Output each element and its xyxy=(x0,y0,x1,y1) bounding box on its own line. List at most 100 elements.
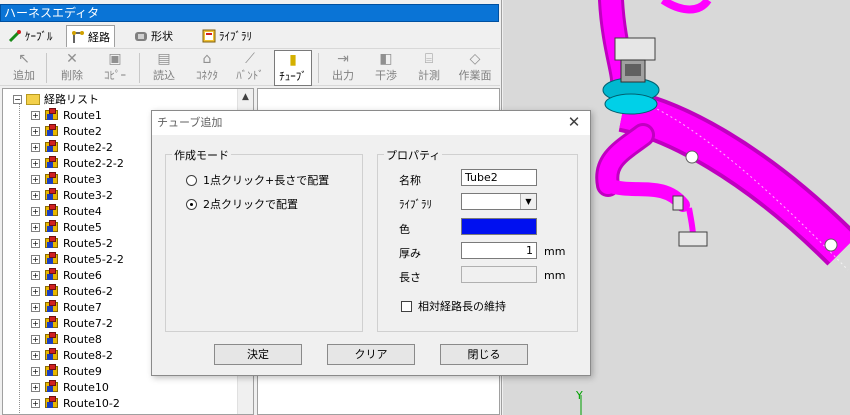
library-icon xyxy=(202,29,216,43)
route-label: Route6 xyxy=(63,268,102,282)
route-label: Route10 xyxy=(63,380,109,394)
expand-icon[interactable]: + xyxy=(31,174,40,184)
add-button[interactable]: ↖ 追加 xyxy=(5,50,43,86)
tab-route[interactable]: 経路 xyxy=(66,25,115,47)
expand-icon[interactable]: + xyxy=(31,222,40,232)
expand-icon[interactable]: + xyxy=(31,206,40,216)
library-dropdown[interactable]: ▼ xyxy=(461,193,537,210)
collapse-icon[interactable]: − xyxy=(13,94,22,104)
band-button[interactable]: ⟋ ﾊﾞﾝﾄﾞ xyxy=(231,50,269,86)
editor-title-bar: ハーネスエディタ xyxy=(0,4,499,22)
band-icon: ⟋ xyxy=(245,51,255,67)
route-label: Route8 xyxy=(63,332,102,346)
keep-relative-length-checkbox[interactable]: 相対経路長の維持 xyxy=(401,298,506,314)
tree-item-route[interactable]: + Route3 xyxy=(31,171,102,187)
tree-item-route[interactable]: + Route9 xyxy=(31,363,102,379)
measure-button[interactable]: ⌸ 計測 xyxy=(410,50,448,86)
tree-root-route-list[interactable]: − 経路リスト xyxy=(13,91,99,107)
copy-button[interactable]: ▣ ｺﾋﾟｰ xyxy=(96,50,134,86)
route-item-icon xyxy=(44,316,60,330)
route-item-icon xyxy=(44,108,60,122)
load-button[interactable]: ▤ 読込 xyxy=(145,50,183,86)
expand-icon[interactable]: + xyxy=(31,126,40,136)
thickness-field[interactable]: 1 xyxy=(461,242,537,259)
expand-icon[interactable]: + xyxy=(31,190,40,200)
clear-button[interactable]: クリア xyxy=(327,344,415,365)
expand-icon[interactable]: + xyxy=(31,334,40,344)
work-plane-icon: ◇ xyxy=(469,51,481,67)
name-label: 名称 xyxy=(399,174,421,187)
delete-icon: ✕ xyxy=(66,51,78,67)
expand-icon[interactable]: + xyxy=(31,110,40,120)
connector-button[interactable]: ⌂ ｺﾈｸﾀ xyxy=(188,50,226,86)
length-unit: mm xyxy=(544,269,566,282)
tree-item-route[interactable]: + Route10-2 xyxy=(31,395,120,411)
tab-library[interactable]: ﾗｲﾌﾞﾗﾘ xyxy=(198,25,256,47)
dialog-title: チューブ追加 xyxy=(152,111,590,135)
tree-item-route[interactable]: + Route6-2 xyxy=(31,283,113,299)
route-toolbar: ↖ 追加 ✕ 削除 ▣ ｺﾋﾟｰ ▤ 読込 ⌂ ｺﾈｸﾀ ⟋ ﾊﾞﾝﾄﾞ ▮ ﾁｭｰﾌﾞ ⇥ 出… xyxy=(0,48,500,86)
tree-item-route[interactable]: + Route5-2 xyxy=(31,235,113,251)
route-item-icon xyxy=(44,284,60,298)
tree-item-route[interactable]: + Route2-2 xyxy=(31,139,113,155)
expand-icon[interactable]: + xyxy=(31,142,40,152)
tree-item-route[interactable]: + Route7 xyxy=(31,299,102,315)
expand-icon[interactable]: + xyxy=(31,398,40,408)
route-icon xyxy=(71,30,85,44)
name-field[interactable]: Tube2 xyxy=(461,169,537,186)
scroll-up-icon[interactable]: ▲ xyxy=(238,89,253,105)
creation-mode-label: 作成モード xyxy=(172,147,231,163)
tree-item-route[interactable]: + Route7-2 xyxy=(31,315,113,331)
route-item-icon xyxy=(44,124,60,138)
ok-button[interactable]: 決定 xyxy=(214,344,302,365)
expand-icon[interactable]: + xyxy=(31,238,40,248)
tree-item-route[interactable]: + Route2-2-2 xyxy=(31,155,124,171)
tab-shape[interactable]: 形状 xyxy=(130,25,177,47)
tube-icon: ▮ xyxy=(289,52,297,68)
expand-icon[interactable]: + xyxy=(31,350,40,360)
expand-icon[interactable]: + xyxy=(31,382,40,392)
tree-item-route[interactable]: + Route8 xyxy=(31,331,102,347)
checkbox[interactable] xyxy=(401,300,412,312)
route-label: Route8-2 xyxy=(63,348,113,362)
route-label: Route9 xyxy=(63,364,102,378)
tube-button[interactable]: ▮ ﾁｭｰﾌﾞ xyxy=(274,50,312,86)
tree-item-route[interactable]: + Route6 xyxy=(31,267,102,283)
expand-icon[interactable]: + xyxy=(31,254,40,264)
tree-item-route[interactable]: + Route4 xyxy=(31,203,102,219)
tree-item-route[interactable]: + Route2 xyxy=(31,123,102,139)
delete-button[interactable]: ✕ 削除 xyxy=(53,50,91,86)
close-button[interactable]: 閉じる xyxy=(440,344,528,365)
tree-item-route[interactable]: + Route1 xyxy=(31,107,102,123)
tab-cable-label: ｹｰﾌﾞﾙ xyxy=(25,30,53,43)
interference-button[interactable]: ◧ 干渉 xyxy=(367,50,405,86)
route-label: Route2 xyxy=(63,124,102,138)
route-item-icon xyxy=(44,236,60,250)
tree-item-route[interactable]: + Route5-2-2 xyxy=(31,251,124,267)
tab-cable[interactable]: ｹｰﾌﾞﾙ xyxy=(4,25,57,47)
mode-two-click-radio[interactable]: 2点クリックで配置 xyxy=(186,196,298,212)
expand-icon[interactable]: + xyxy=(31,286,40,296)
radio-button-selected[interactable] xyxy=(186,198,197,210)
shape-icon xyxy=(134,29,148,43)
expand-icon[interactable]: + xyxy=(31,302,40,312)
interference-icon: ◧ xyxy=(379,51,393,67)
tree-item-route[interactable]: + Route5 xyxy=(31,219,102,235)
chevron-down-icon[interactable]: ▼ xyxy=(520,194,536,209)
expand-icon[interactable]: + xyxy=(31,318,40,328)
output-button[interactable]: ⇥ 出力 xyxy=(324,50,362,86)
work-plane-button[interactable]: ◇ 作業面 xyxy=(453,50,497,86)
tree-item-route[interactable]: + Route8-2 xyxy=(31,347,113,363)
color-swatch[interactable] xyxy=(461,218,537,235)
radio-button[interactable] xyxy=(186,174,197,186)
tree-item-route[interactable]: + Route3-2 xyxy=(31,187,113,203)
add-icon: ↖ xyxy=(18,51,30,67)
close-icon[interactable]: ✕ xyxy=(566,114,582,130)
expand-icon[interactable]: + xyxy=(31,270,40,280)
route-item-icon xyxy=(44,156,60,170)
expand-icon[interactable]: + xyxy=(31,366,40,376)
route-item-icon xyxy=(44,396,60,410)
expand-icon[interactable]: + xyxy=(31,158,40,168)
tree-item-route[interactable]: + Route10 xyxy=(31,379,109,395)
mode-one-click-radio[interactable]: 1点クリック+長さで配置 xyxy=(186,172,329,188)
